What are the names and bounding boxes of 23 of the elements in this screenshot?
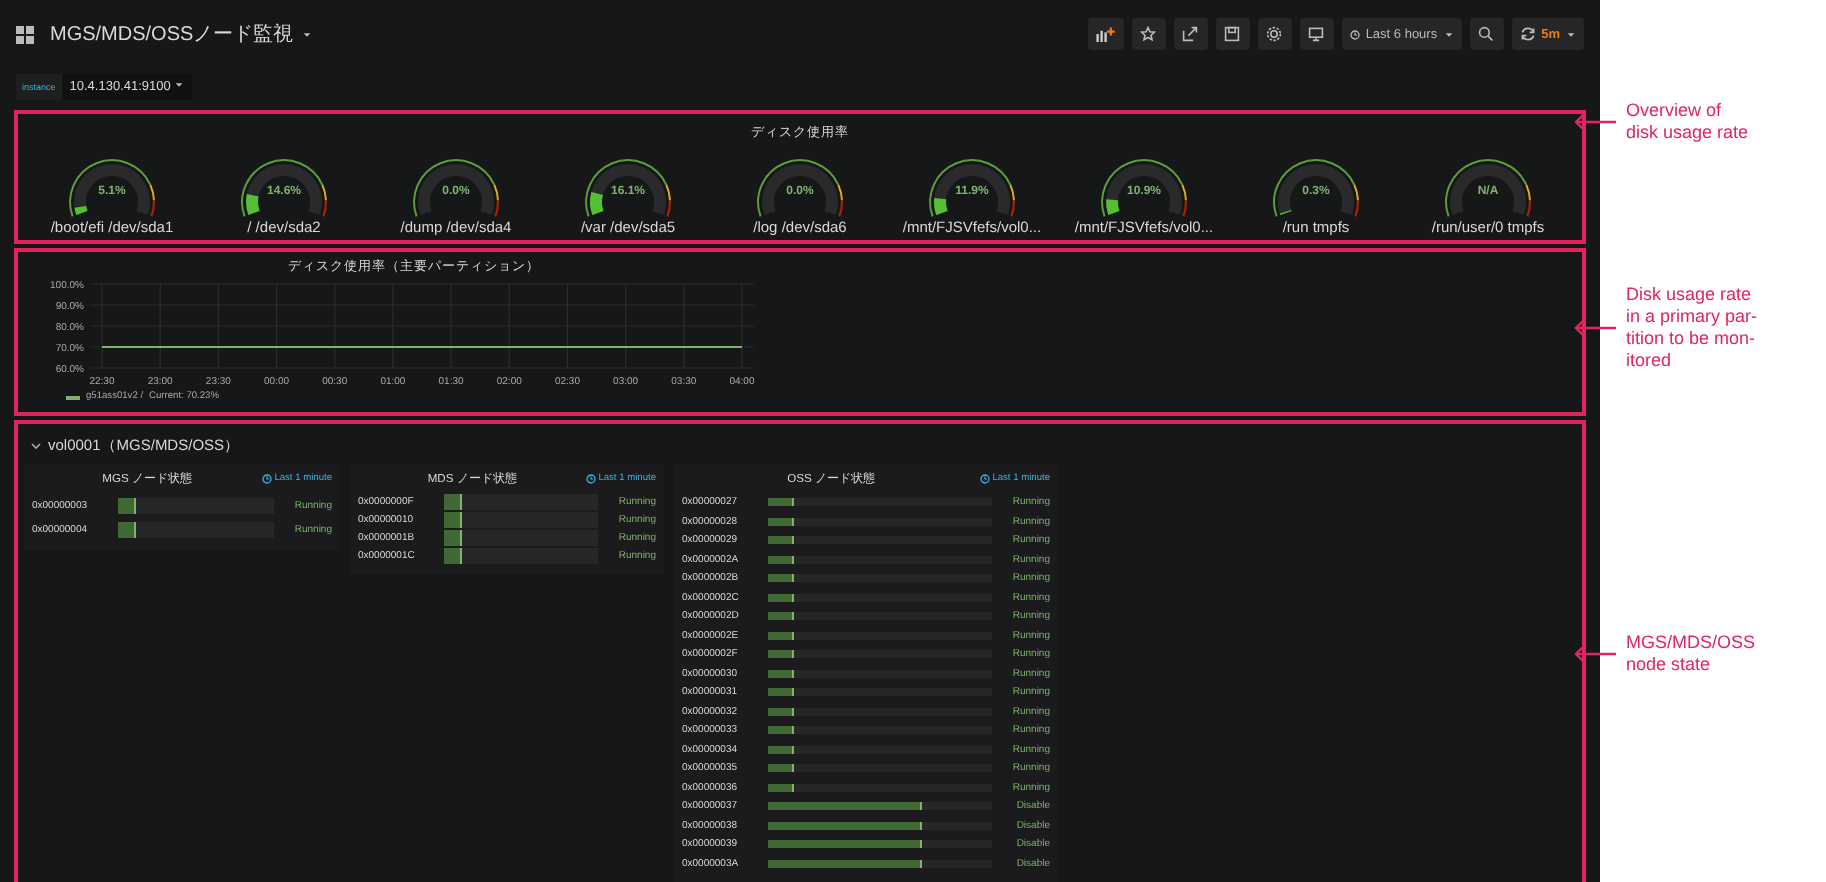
- bar-chart-add-icon: [1095, 26, 1116, 43]
- monitor-icon[interactable]: [1299, 18, 1334, 51]
- caret-icon: [1443, 29, 1454, 40]
- refresh-icon: [1519, 26, 1536, 43]
- annotation-text: MGS/MDS/OSS node state: [1626, 632, 1756, 676]
- caret-icon: [174, 80, 185, 91]
- dashboard-title[interactable]: MGS/MDS/OSSノード監視: [50, 20, 294, 49]
- clock-icon: [1349, 29, 1360, 40]
- add-panel-button[interactable]: [1087, 18, 1124, 51]
- search-icon[interactable]: [1469, 18, 1504, 51]
- annotation-text: Overview of disk usage rate: [1626, 99, 1749, 143]
- caret-icon[interactable]: [301, 29, 312, 40]
- clock-icon: [980, 473, 991, 484]
- caret-icon: [1566, 29, 1576, 40]
- settings-icon[interactable]: [1257, 18, 1292, 51]
- share-icon[interactable]: [1173, 18, 1208, 51]
- grid-icon[interactable]: [16, 25, 34, 44]
- save-icon[interactable]: [1215, 18, 1250, 51]
- annotation-text: Disk usage rate in a primary par- tition to be mon- itored: [1626, 284, 1758, 372]
- clock-icon: [586, 473, 597, 484]
- legend-swatch: [66, 395, 80, 400]
- clock-icon: [262, 473, 273, 484]
- chevron-icon[interactable]: [30, 439, 42, 452]
